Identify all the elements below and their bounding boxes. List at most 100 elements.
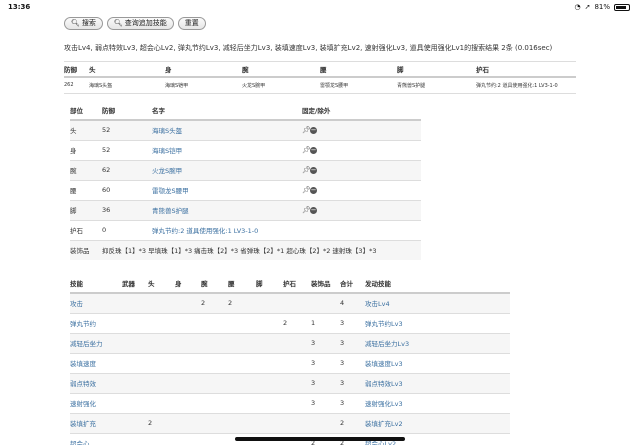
exclude-icon[interactable]: − xyxy=(310,127,317,135)
detail-header: 防御 xyxy=(102,100,152,121)
skill-link[interactable]: 超会心 xyxy=(70,440,90,445)
skill-cell: 4 xyxy=(340,293,365,314)
part-cell: 腕 xyxy=(70,160,102,181)
result-header-row: 防御 头 身 腕 腰 脚 护石 xyxy=(64,61,576,78)
query-add-skill-label: 查询追加技能 xyxy=(124,19,167,27)
armor-link[interactable]: 火龙S腕甲 xyxy=(152,167,182,175)
exclude-icon[interactable]: − xyxy=(310,207,317,214)
part-cell: 装饰品 xyxy=(70,240,102,260)
pin-icon[interactable]: 📌︎ xyxy=(302,147,311,154)
active-skill-link[interactable]: 装填扩充Lv2 xyxy=(365,420,403,428)
skill-header: 腰 xyxy=(228,273,256,294)
skill-link[interactable]: 装填速度 xyxy=(70,360,96,368)
result-header: 护石 xyxy=(476,61,576,78)
skill-link[interactable]: 弱点特效 xyxy=(70,380,96,388)
skill-cell xyxy=(122,413,148,434)
pin-icon[interactable]: 📌︎ xyxy=(302,127,311,134)
skill-cell: 弹丸节约Lv3 xyxy=(365,313,510,334)
exclude-icon[interactable]: − xyxy=(310,147,317,154)
skill-cell: 超会心 xyxy=(70,433,122,445)
table-row: 护石 0 弹丸节约:2 道具使用强化:1 LV3-1-0 xyxy=(70,220,421,241)
skill-cell xyxy=(201,413,228,434)
skill-link[interactable]: 速射强化 xyxy=(70,400,96,408)
result-header: 头 xyxy=(89,61,165,78)
skill-cell xyxy=(256,313,283,334)
wifi-icon: ◔ xyxy=(574,3,581,11)
skill-cell xyxy=(283,293,311,314)
active-skill-link[interactable]: 装填速度Lv3 xyxy=(365,360,403,368)
skill-cell: 装填速度 xyxy=(70,353,122,374)
skill-cell xyxy=(175,393,201,414)
result-header: 身 xyxy=(165,61,242,78)
skill-cell: 2 xyxy=(201,293,228,314)
skill-link[interactable]: 减轻后坐力 xyxy=(70,340,103,348)
skill-cell xyxy=(283,393,311,414)
skill-cell xyxy=(283,373,311,394)
table-row: 脚 36 青熊兽S护腿 📌︎− xyxy=(70,200,421,221)
exclude-icon[interactable]: − xyxy=(310,167,317,174)
result-header: 脚 xyxy=(397,61,476,78)
skill-cell xyxy=(175,433,201,445)
defense-cell: 36 xyxy=(102,200,152,221)
skill-cell xyxy=(148,393,175,414)
skill-cell: 3 xyxy=(340,333,365,354)
query-add-skill-button[interactable]: 🔍︎ 查询追加技能 xyxy=(106,17,174,30)
table-row[interactable]: 262 海璃S头盔 海璃S铠甲 火龙S腕甲 雷颚龙S腰甲 青熊兽S护腿 弹丸节约… xyxy=(64,76,576,94)
skill-cell xyxy=(175,333,201,354)
table-row: 头 52 海璃S头盔 📌︎− xyxy=(70,120,421,141)
reset-button[interactable]: 重置 xyxy=(177,17,206,30)
skill-cell xyxy=(175,413,201,434)
armor-link[interactable]: 青熊兽S护腿 xyxy=(152,207,189,215)
skill-cell: 攻击Lv4 xyxy=(365,293,510,314)
skill-cell xyxy=(256,353,283,374)
pin-icon[interactable]: 📌︎ xyxy=(302,167,311,174)
active-skill-link[interactable]: 弹丸节约Lv3 xyxy=(365,320,403,328)
result-cell: 青熊兽S护腿 xyxy=(397,76,476,94)
skill-cell: 3 xyxy=(311,373,340,394)
skill-cell: 速射强化 xyxy=(70,393,122,414)
armor-link[interactable]: 海璃S铠甲 xyxy=(152,147,182,155)
table-row: 腰 60 雷颚龙S腰甲 📌︎− xyxy=(70,180,421,201)
search-button[interactable]: 🔍︎ 搜索 xyxy=(64,17,103,30)
skill-cell: 2 xyxy=(148,413,175,434)
part-cell: 腰 xyxy=(70,180,102,201)
active-skill-link[interactable]: 攻击Lv4 xyxy=(365,300,390,308)
charm-link[interactable]: 弹丸节约:2 道具使用强化:1 LV3-1-0 xyxy=(152,227,258,235)
skill-cell xyxy=(122,313,148,334)
skill-cell: 速射强化Lv3 xyxy=(365,393,510,414)
skill-cell xyxy=(256,393,283,414)
part-cell: 护石 xyxy=(70,220,102,241)
skill-cell xyxy=(201,373,228,394)
skill-cell xyxy=(311,413,340,434)
skill-cell xyxy=(122,373,148,394)
active-skill-link[interactable]: 速射强化Lv3 xyxy=(365,400,403,408)
skill-link[interactable]: 装填扩充 xyxy=(70,420,96,428)
exclude-icon[interactable]: − xyxy=(310,187,317,194)
skill-link[interactable]: 攻击 xyxy=(70,300,83,308)
skill-cell: 2 xyxy=(283,313,311,334)
part-cell: 脚 xyxy=(70,200,102,221)
active-skill-link[interactable]: 减轻后坐力Lv3 xyxy=(365,340,409,348)
result-header: 防御 xyxy=(64,61,89,78)
skill-cell: 装填速度Lv3 xyxy=(365,353,510,374)
skill-cell xyxy=(228,333,256,354)
skill-link[interactable]: 弹丸节约 xyxy=(70,320,96,328)
armor-link[interactable]: 海璃S头盔 xyxy=(152,127,182,135)
active-skill-link[interactable]: 弱点特效Lv3 xyxy=(365,380,403,388)
table-row: 攻击 2 2 4 攻击Lv4 xyxy=(70,293,510,314)
skill-cell: 3 xyxy=(311,353,340,374)
table-row: 腕 62 火龙S腕甲 📌︎− xyxy=(70,160,421,181)
result-cell: 弹丸节约:2 道具使用强化:1 LV3-1-0 xyxy=(476,76,576,94)
pin-icon[interactable]: 📌︎ xyxy=(302,207,311,214)
fix-exclude-cell: 📌︎− xyxy=(302,160,421,181)
skill-cell xyxy=(283,413,311,434)
pin-icon[interactable]: 📌︎ xyxy=(302,187,311,194)
skill-cell: 减轻后坐力Lv3 xyxy=(365,333,510,354)
skill-cell xyxy=(148,293,175,314)
home-indicator[interactable] xyxy=(235,437,405,441)
part-cell: 头 xyxy=(70,120,102,141)
armor-link[interactable]: 雷颚龙S腰甲 xyxy=(152,187,189,195)
skill-cell xyxy=(228,373,256,394)
result-cell: 262 xyxy=(64,76,89,94)
skill-header: 身 xyxy=(175,273,201,294)
